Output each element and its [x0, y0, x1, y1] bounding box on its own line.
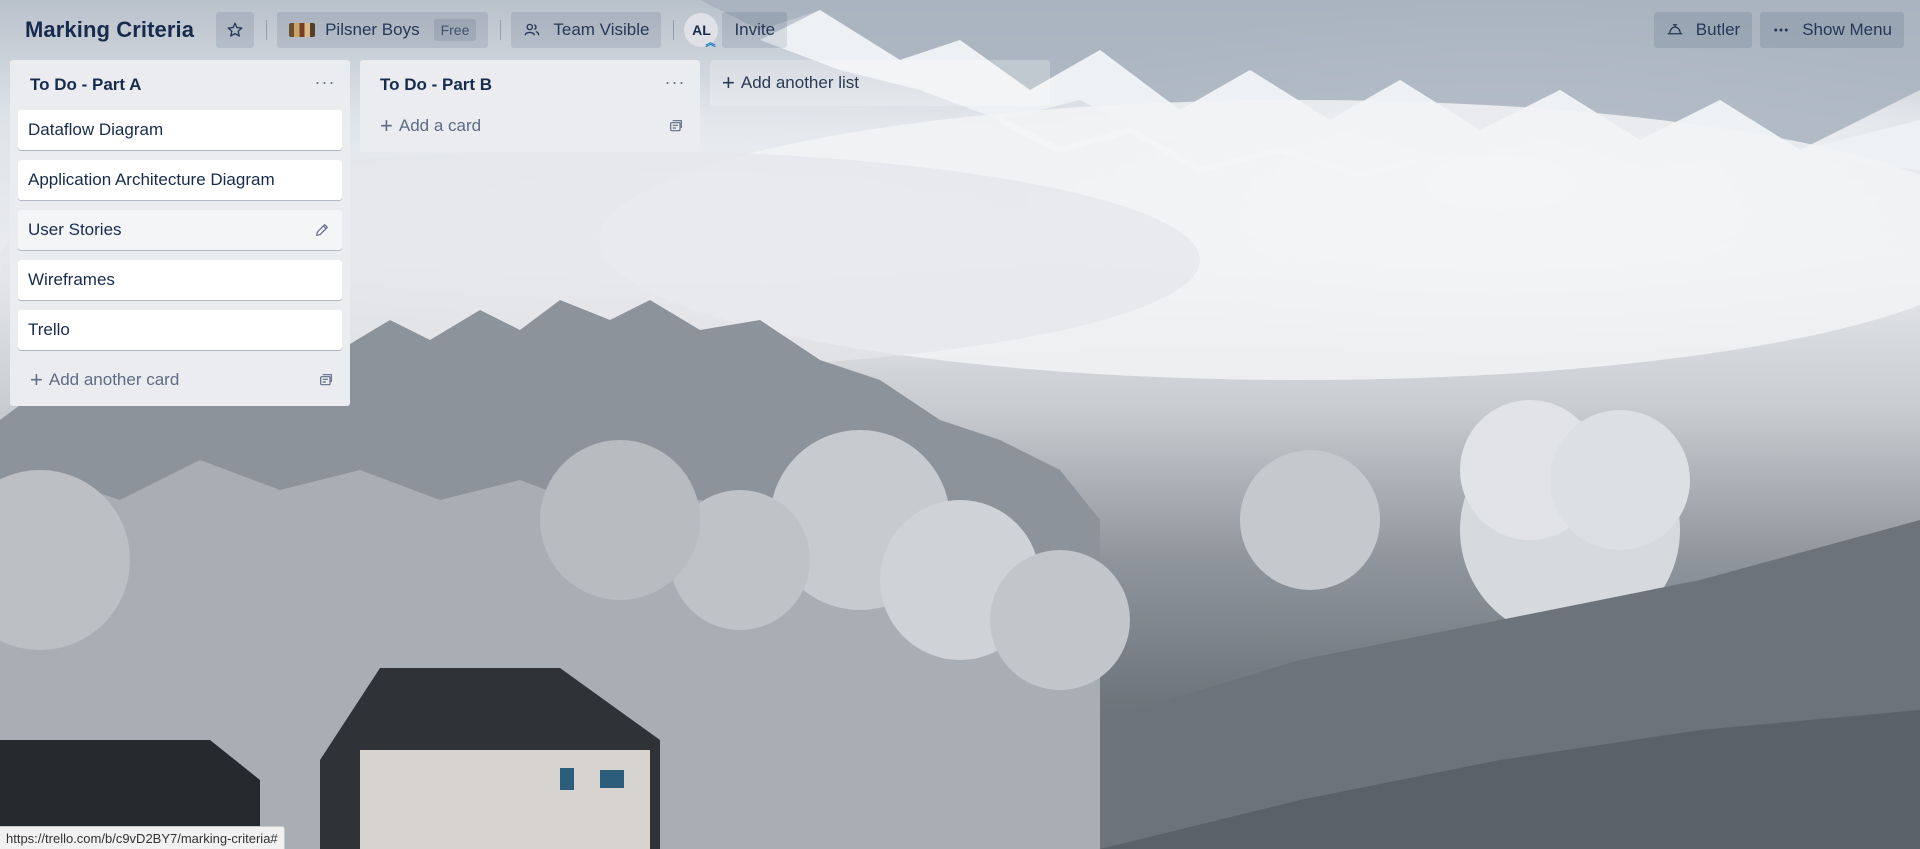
card-title: Wireframes — [28, 270, 115, 289]
butler-button[interactable]: Butler — [1653, 12, 1753, 48]
header-divider — [500, 20, 502, 40]
add-another-list-button[interactable]: + Add another list — [710, 60, 1050, 106]
card-template-icon[interactable] — [318, 372, 334, 388]
visibility-label: Team Visible — [553, 20, 650, 39]
card-trello[interactable]: Trello — [18, 310, 342, 350]
butler-label: Butler — [1695, 20, 1741, 39]
list-title[interactable]: To Do - Part B — [380, 75, 492, 95]
add-card-label: Add another card — [48, 370, 180, 389]
team-visible-icon — [524, 23, 540, 36]
header-divider — [673, 20, 675, 40]
list-menu-button[interactable]: ··· — [310, 73, 340, 91]
card-title: Trello — [28, 320, 70, 339]
show-menu-label: Show Menu — [1802, 20, 1892, 39]
card-application-architecture-diagram[interactable]: Application Architecture Diagram — [18, 160, 342, 200]
visibility-button[interactable]: Team Visible — [511, 12, 662, 48]
invite-button[interactable]: Invite — [722, 12, 788, 48]
team-button[interactable]: Pilsner Boys Free — [277, 12, 489, 48]
add-card-label: Add a card — [398, 116, 482, 135]
list-menu-button[interactable]: ··· — [660, 73, 690, 91]
butler-icon — [1667, 24, 1683, 35]
team-flag-icon — [289, 23, 316, 37]
add-card-row: + Add a card — [368, 106, 692, 146]
card-template-icon[interactable] — [668, 118, 684, 134]
plus-icon: + — [380, 113, 393, 138]
status-bar-url: https://trello.com/b/c9vD2BY7/marking-cr… — [0, 826, 285, 849]
team-name: Pilsner Boys — [325, 20, 420, 39]
more-horizontal-icon — [1774, 28, 1788, 32]
invite-label: Invite — [734, 20, 776, 39]
add-card-button[interactable]: + Add a card — [380, 115, 481, 137]
list-title[interactable]: To Do - Part A — [30, 75, 141, 95]
card-title: User Stories — [28, 220, 122, 239]
board-title[interactable]: Marking Criteria — [25, 17, 194, 43]
board-canvas: Marking Criteria Pilsner Boys Free Team … — [0, 0, 1920, 849]
team-plan-badge: Free — [433, 19, 477, 41]
card-user-stories[interactable]: User Stories — [18, 210, 342, 250]
plus-icon: + — [722, 70, 735, 95]
pencil-icon[interactable] — [314, 222, 330, 238]
add-another-card-button[interactable]: + Add another card — [30, 369, 179, 391]
status-url: https://trello.com/b/c9vD2BY7/marking-cr… — [6, 830, 278, 846]
board-header: Marking Criteria Pilsner Boys Free Team … — [0, 0, 1920, 60]
member-avatar[interactable]: AL ︽ — [684, 13, 719, 49]
show-menu-button[interactable]: Show Menu — [1760, 12, 1904, 48]
add-list-label: Add another list — [740, 73, 859, 92]
card-dataflow-diagram[interactable]: Dataflow Diagram — [18, 110, 342, 150]
star-icon — [227, 22, 243, 37]
list-header: To Do - Part A ··· — [18, 60, 342, 110]
card-wireframes[interactable]: Wireframes — [18, 260, 342, 300]
list-to-do-part-a: To Do - Part A ··· Dataflow Diagram Appl… — [10, 60, 350, 406]
add-card-row: + Add another card — [18, 360, 342, 400]
list-to-do-part-b: To Do - Part B ··· + Add a card — [360, 60, 700, 152]
card-title: Dataflow Diagram — [28, 120, 164, 139]
admin-chevron-icon: ︽ — [705, 38, 716, 49]
list-header: To Do - Part B ··· — [368, 60, 692, 110]
header-divider — [266, 20, 268, 40]
card-title: Application Architecture Diagram — [28, 170, 275, 189]
star-board-button[interactable] — [216, 12, 255, 48]
plus-icon: + — [30, 367, 43, 392]
